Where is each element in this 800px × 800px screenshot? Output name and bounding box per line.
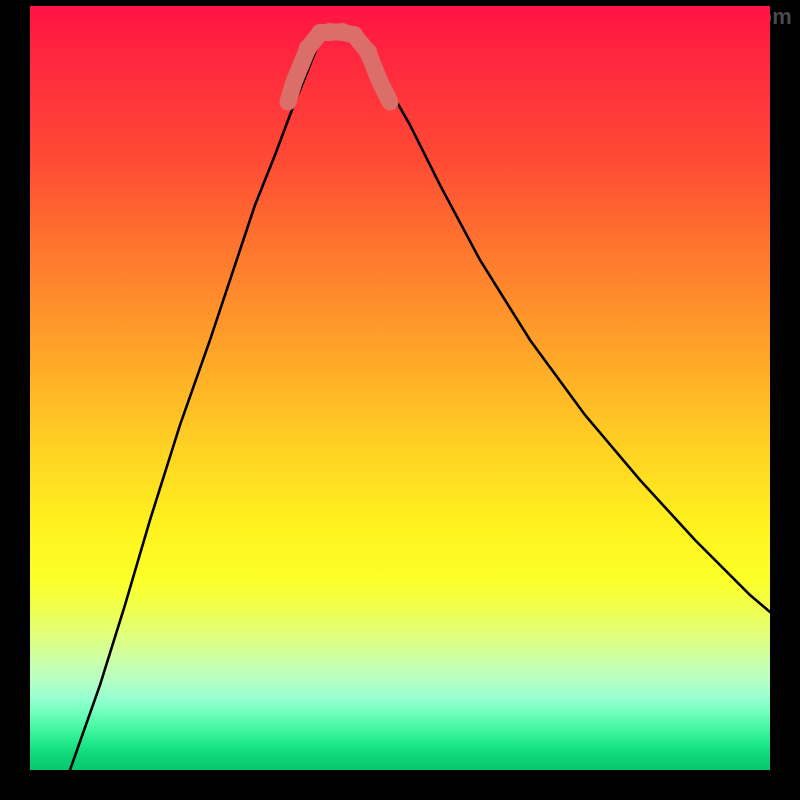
highlight-dot xyxy=(359,43,377,61)
highlight-dot xyxy=(345,26,363,44)
highlight-dot xyxy=(299,39,317,57)
chart-area xyxy=(30,6,770,770)
bottleneck-curve xyxy=(30,6,770,770)
highlight-dot xyxy=(383,95,397,109)
highlight-dot xyxy=(287,75,301,89)
highlight-dot xyxy=(373,75,387,89)
highlight-dots xyxy=(281,23,397,109)
curve-path xyxy=(70,35,770,770)
highlight-dot xyxy=(281,95,295,109)
